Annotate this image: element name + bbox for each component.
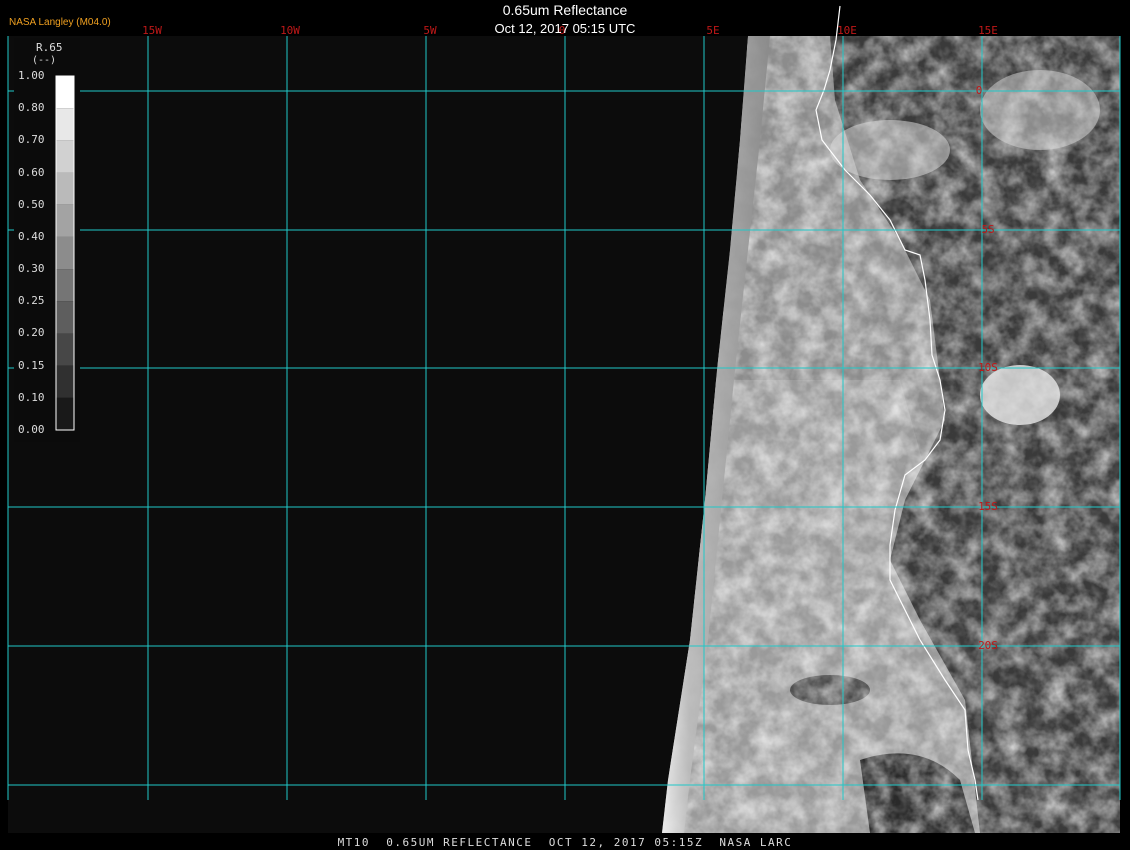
legend-swatch [56, 365, 74, 398]
legend-tick-label: 0.40 [18, 229, 45, 243]
legend-tick-label: 0.60 [18, 165, 45, 179]
color-legend: R.65 (--) 1.00 0.80 0.70 0.60 0.50 0.40 0.30 0.… [14, 38, 80, 442]
legend-swatch [56, 397, 74, 430]
latitude-label: 15S [978, 500, 998, 513]
latitude-label: 5S [981, 223, 994, 236]
legend-swatch [56, 301, 74, 334]
latitude-label: 10S [978, 361, 998, 374]
latitude-label: 0 [976, 84, 983, 97]
footer-caption: MT10 0.65UM REFLECTANCE OCT 12, 2017 05:… [337, 836, 793, 849]
legend-swatch [56, 140, 74, 173]
legend-tick-label: 0.25 [18, 294, 45, 308]
legend-tick-label: 0.15 [18, 358, 45, 372]
legend-tick-label: 1.00 [18, 69, 45, 82]
legend-tick-label: 0.10 [18, 390, 45, 404]
legend-tick-label: 0.50 [18, 197, 45, 211]
legend-swatch [56, 204, 74, 237]
legend-swatch [56, 269, 74, 302]
timestamp: Oct 12, 2017 05:15 UTC [494, 21, 636, 36]
latitude-label: 20S [978, 639, 998, 652]
legend-swatch [56, 172, 74, 205]
satellite-map: 15W 10W 5W 0 5E 10E 15E05S10S15S20S [7, 5, 1121, 833]
legend-tick-label: 0.80 [18, 101, 45, 115]
legend-swatch [56, 333, 74, 366]
legend-tick-label: 0.30 [18, 262, 45, 276]
legend-swatch [56, 108, 74, 141]
legend-swatch [56, 236, 74, 270]
legend-tick-label: 0.20 [18, 326, 45, 340]
legend-tick-label: 0.70 [18, 133, 45, 147]
legend-tick-label: 0.00 [18, 423, 45, 436]
product-title: 0.65um Reflectance [502, 2, 628, 18]
legend-swatch [56, 76, 74, 109]
